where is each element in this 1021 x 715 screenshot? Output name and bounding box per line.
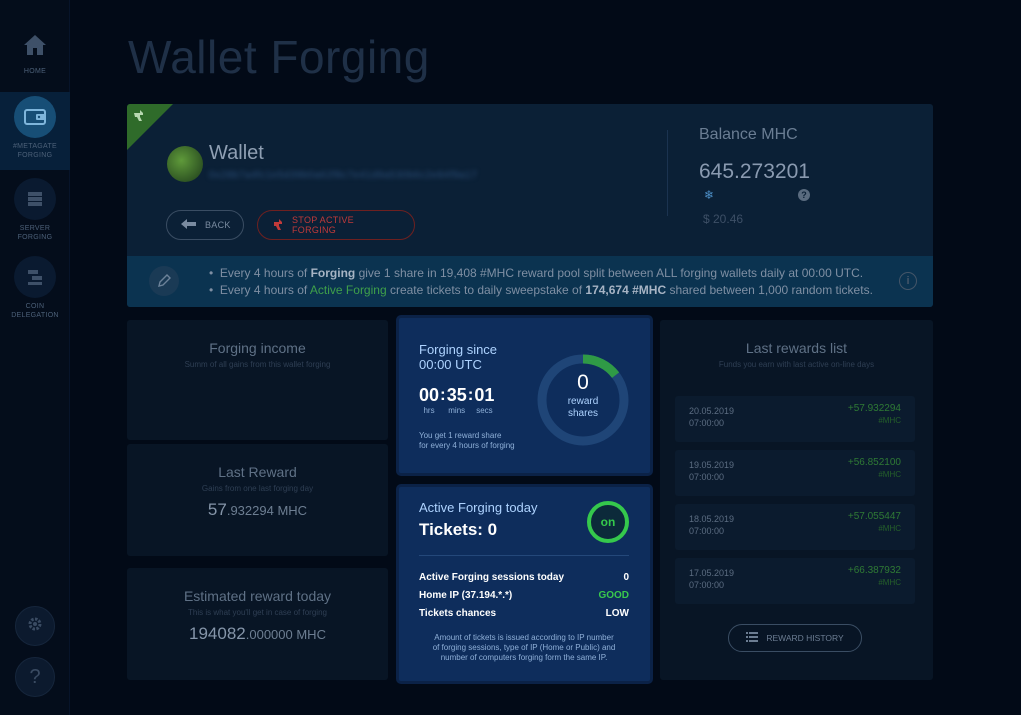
forging-since-card: Forging since 00:00 UTC 00 hrs : 35 mins : … bbox=[396, 315, 653, 476]
page-title: Wallet Forging bbox=[128, 31, 430, 83]
stop-label: STOP ACTIVE FORGING bbox=[292, 215, 354, 235]
last-reward-subtitle: Gains from one last forging day bbox=[201, 484, 314, 493]
balance-title: Balance MHC bbox=[699, 126, 798, 143]
last-reward-panel: Last Reward Gains from one last forging … bbox=[127, 444, 388, 556]
pen-icon bbox=[149, 266, 179, 296]
last-rewards-panel: Last rewards list Funds you earn with la… bbox=[660, 320, 933, 680]
active-forging-toggle[interactable]: on bbox=[587, 501, 629, 543]
home-ip-row: Home IP (37.194.*.*) GOOD bbox=[419, 590, 629, 601]
info-icon[interactable]: i bbox=[899, 272, 917, 290]
last-rewards-title: Last rewards list bbox=[745, 340, 848, 356]
sidebar-item-home[interactable]: HOME bbox=[0, 32, 70, 76]
balance-usd: $ 20.46 bbox=[703, 212, 744, 226]
stop-active-forging-button[interactable]: STOP ACTIVE FORGING bbox=[257, 210, 415, 240]
forging-since-note: You get 1 reward share for every 4 hours … bbox=[419, 431, 515, 450]
home-icon bbox=[22, 32, 48, 63]
forging-icon bbox=[131, 107, 147, 128]
delegation-icon bbox=[14, 256, 56, 298]
last-reward-value: 57.932294 MHC bbox=[207, 500, 308, 519]
timer-seconds: 01 bbox=[474, 385, 495, 405]
active-forging-card: Active Forging today Tickets: 0 on Activ… bbox=[396, 484, 653, 684]
balance-value: 645.273201 bbox=[699, 160, 810, 183]
estimated-reward-title: Estimated reward today bbox=[183, 588, 332, 604]
reward-row: 19.05.2019 07:00:00 +56.852100 #MHC bbox=[675, 450, 915, 496]
forging-icon bbox=[272, 217, 284, 233]
timer-minutes: 35 bbox=[446, 385, 467, 405]
reward-row: 18.05.2019 07:00:00 +57.055447 #MHC bbox=[675, 504, 915, 550]
settings-button[interactable] bbox=[15, 606, 55, 646]
forging-income-title: Forging income bbox=[209, 340, 306, 356]
forging-income-subtitle: Summ of all gains from this wallet forgi… bbox=[184, 360, 331, 369]
info-bar: • Every 4 hours of Forging give 1 share … bbox=[127, 256, 933, 307]
gear-icon bbox=[27, 615, 43, 638]
tickets-count: Tickets: 0 bbox=[419, 520, 498, 539]
estimated-reward-value: 194082.000000 MHC bbox=[189, 624, 326, 643]
active-sessions-row: Active Forging sessions today 0 bbox=[419, 572, 629, 583]
last-rewards-subtitle: Funds you earn with last active on-line … bbox=[718, 360, 875, 369]
back-label: BACK bbox=[205, 220, 231, 230]
reward-shares: 0 reward shares bbox=[536, 370, 630, 420]
sidebar-item-label: #METAGATE FORGING bbox=[12, 143, 58, 159]
back-button[interactable]: BACK bbox=[166, 210, 244, 240]
sidebar-item-label: SERVER FORGING bbox=[17, 225, 53, 241]
list-icon bbox=[746, 632, 759, 644]
wallet-icon bbox=[14, 96, 56, 138]
reward-history-label: REWARD HISTORY bbox=[766, 633, 844, 643]
server-icon bbox=[14, 178, 56, 220]
sidebar-item-metagate-forging[interactable]: #METAGATE FORGING bbox=[0, 92, 70, 170]
sidebar-item-label: COIN DELEGATION bbox=[11, 303, 59, 319]
info-line-forging: • Every 4 hours of Forging give 1 share … bbox=[209, 266, 864, 280]
avatar bbox=[167, 146, 203, 182]
last-reward-title: Last Reward bbox=[218, 464, 297, 480]
reward-row: 20.05.2019 07:00:00 +57.932294 #MHC bbox=[675, 396, 915, 442]
estimated-reward-panel: Estimated reward today This is what you'… bbox=[127, 568, 388, 680]
question-icon: ? bbox=[29, 665, 41, 688]
estimated-reward-subtitle: This is what you'll get in case of forgi… bbox=[188, 608, 327, 617]
back-arrow-icon bbox=[181, 219, 197, 231]
balance-help-icon[interactable]: ? bbox=[798, 189, 810, 201]
info-line-active-forging: • Every 4 hours of Active Forging create… bbox=[209, 283, 873, 297]
timer-hours: 00 bbox=[419, 385, 440, 405]
wallet-address: 0x28b7a4fc1e5d39b0a62f8c7e41d9a530b6c2e8… bbox=[209, 170, 478, 181]
forging-income-panel: Forging income Summ of all gains from th… bbox=[127, 320, 388, 440]
divider bbox=[667, 130, 668, 216]
sidebar: HOME #METAGATE FORGING SERVER FORGING CO… bbox=[0, 0, 70, 715]
divider bbox=[419, 555, 629, 556]
sidebar-item-label: HOME bbox=[23, 68, 47, 75]
help-button[interactable]: ? bbox=[15, 657, 55, 697]
tickets-note: Amount of tickets is issued according to… bbox=[432, 633, 616, 662]
forging-timer: 00 hrs : 35 mins : 01 secs bbox=[419, 385, 495, 415]
forging-since-title: Forging since 00:00 UTC bbox=[419, 342, 498, 372]
sidebar-item-coin-delegation[interactable]: COIN DELEGATION bbox=[0, 256, 70, 320]
snowflake-icon: ❄ bbox=[704, 188, 715, 202]
reward-shares-count: 0 bbox=[577, 371, 589, 394]
active-forging-title: Active Forging today bbox=[419, 500, 538, 515]
sidebar-item-server-forging[interactable]: SERVER FORGING bbox=[0, 178, 70, 242]
reward-row: 17.05.2019 07:00:00 +66.387932 #MHC bbox=[675, 558, 915, 604]
wallet-name: Wallet bbox=[209, 142, 264, 164]
tickets-chances-row: Tickets chances LOW bbox=[419, 608, 629, 619]
reward-history-button[interactable]: REWARD HISTORY bbox=[728, 624, 862, 652]
wallet-panel: Wallet 0x28b7a4fc1e5d39b0a62f8c7e41d9a53… bbox=[127, 104, 933, 307]
